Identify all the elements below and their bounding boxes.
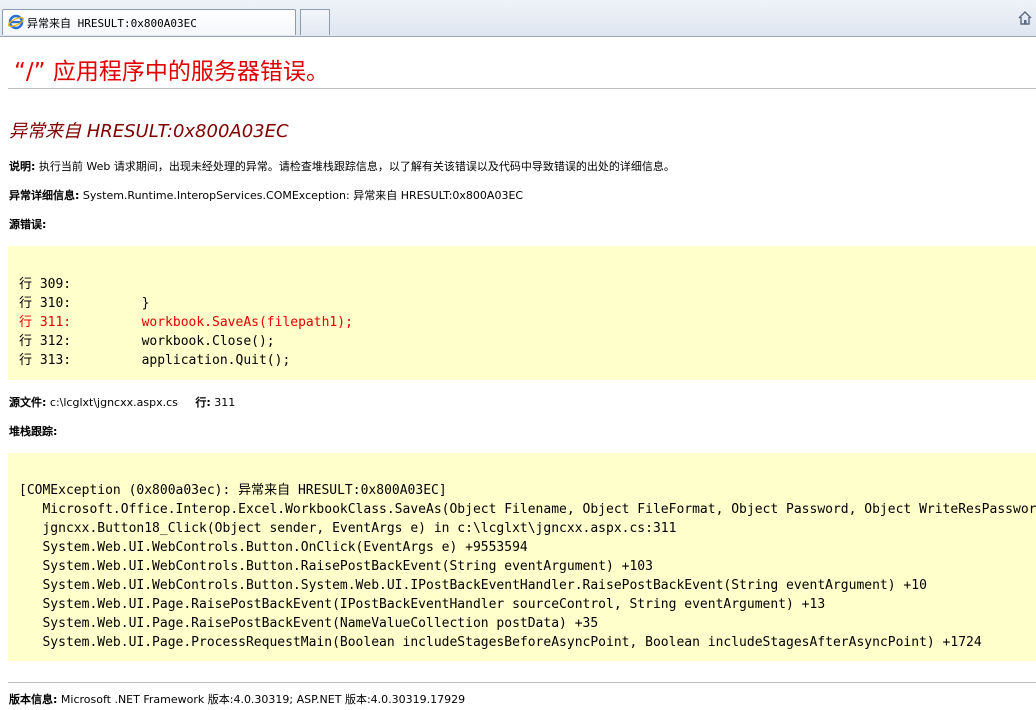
tab-title: 异常来自 HRESULT:0x800A03EC	[27, 17, 197, 30]
source-line: 行 309:	[19, 277, 72, 292]
exception-text: System.Runtime.InteropServices.COMExcept…	[79, 189, 524, 202]
stack-line: System.Web.UI.WebControls.Button.OnClick…	[19, 540, 528, 555]
version-label: 版本信息:	[9, 693, 58, 706]
version-text: Microsoft .NET Framework 版本:4.0.30319; A…	[57, 693, 466, 706]
stack-line: [COMException (0x800a03ec): 异常来自 HRESULT…	[19, 483, 447, 498]
browser-tab-active[interactable]: 异常来自 HRESULT:0x800A03EC	[2, 9, 296, 35]
source-line: 行 313: application.Quit();	[19, 353, 291, 368]
stack-trace-box: [COMException (0x800a03ec): 异常来自 HRESULT…	[8, 453, 1036, 661]
exception-label: 异常详细信息:	[9, 189, 80, 202]
exception-details-line: 异常详细信息: System.Runtime.InteropServices.C…	[9, 187, 523, 203]
source-code-box: 行 309: 行 310: } 行 311: workbook.SaveAs(fil…	[8, 246, 1036, 380]
stack-line: System.Web.UI.Page.RaisePostBackEvent(IP…	[19, 597, 826, 612]
stack-line: System.Web.UI.Page.ProcessRequestMain(Bo…	[19, 635, 982, 650]
source-line-highlighted: 行 311: workbook.SaveAs(filepath1);	[19, 315, 353, 330]
source-line-value: 311	[210, 396, 236, 409]
source-error-label: 源错误:	[9, 218, 47, 231]
divider	[8, 88, 1036, 89]
description-line: 说明: 执行当前 Web 请求期间，出现未经处理的异常。请检查堆栈跟踪信息，以了…	[9, 158, 675, 174]
source-line-label: 行:	[195, 396, 211, 409]
ie-icon	[8, 14, 24, 30]
stack-trace-label: 堆栈跟踪:	[9, 425, 58, 438]
home-icon[interactable]	[1017, 10, 1033, 26]
server-error-title: “/” 应用程序中的服务器错误。	[14, 59, 329, 85]
error-heading: 异常来自 HRESULT:0x800A03EC	[9, 121, 289, 142]
source-file-value: c:\lcglxt\jgncxx.aspx.cs	[46, 396, 178, 409]
stack-trace-line: 堆栈跟踪:	[9, 423, 57, 439]
browser-tab-bar: 异常来自 HRESULT:0x800A03EC	[0, 0, 1036, 37]
stack-line: Microsoft.Office.Interop.Excel.WorkbookC…	[19, 502, 1036, 517]
source-error-line: 源错误:	[9, 216, 46, 232]
source-file-label: 源文件:	[9, 396, 47, 409]
stack-line: System.Web.UI.WebControls.Button.System.…	[19, 578, 927, 593]
new-tab-button[interactable]	[300, 9, 330, 35]
source-line: 行 310: }	[19, 296, 150, 311]
description-label: 说明:	[9, 160, 36, 173]
stack-line: System.Web.UI.WebControls.Button.RaisePo…	[19, 559, 653, 574]
description-text: 执行当前 Web 请求期间，出现未经处理的异常。请检查堆栈跟踪信息，以了解有关该…	[35, 160, 675, 173]
source-code: 行 309: 行 310: } 行 311: workbook.SaveAs(fil…	[19, 275, 353, 370]
source-file-line: 源文件: c:\lcglxt\jgncxx.aspx.cs 行: 311	[9, 394, 235, 410]
version-info-line: 版本信息: Microsoft .NET Framework 版本:4.0.30…	[9, 691, 465, 707]
stack-line: jgncxx.Button18_Click(Object sender, Eve…	[19, 521, 677, 536]
source-line: 行 312: workbook.Close();	[19, 334, 275, 349]
divider	[8, 682, 1036, 683]
stack-trace: [COMException (0x800a03ec): 异常来自 HRESULT…	[19, 481, 1036, 652]
stack-line: System.Web.UI.Page.RaisePostBackEvent(Na…	[19, 616, 599, 631]
